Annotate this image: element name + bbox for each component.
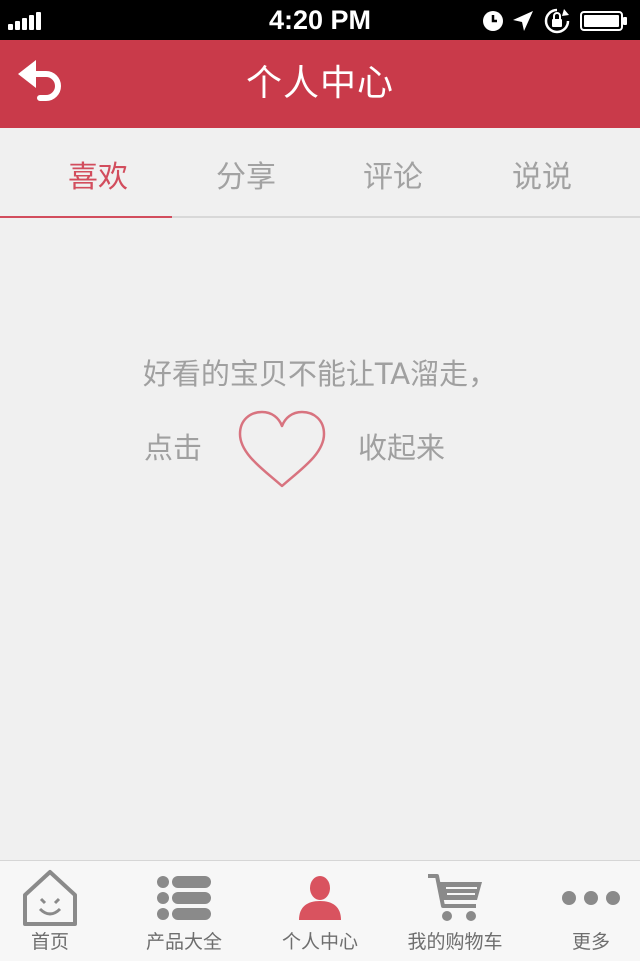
- app-header: 个人中心: [0, 40, 640, 128]
- battery-icon: [580, 11, 627, 31]
- status-icons: [474, 6, 634, 34]
- empty-state-prefix: 点击: [144, 431, 203, 465]
- clock-icon: [483, 11, 503, 31]
- tab-posts[interactable]: 说说: [462, 128, 622, 216]
- status-bar: 4:20 PM: [0, 0, 640, 40]
- cart-icon: [428, 874, 482, 921]
- nav-item-products[interactable]: 产品大全: [120, 861, 248, 961]
- tab-active-indicator: [0, 216, 172, 218]
- empty-state-suffix: 收起来: [358, 431, 446, 465]
- tab-comments[interactable]: 评论: [313, 128, 473, 216]
- nav-label-more: 更多: [571, 931, 610, 953]
- bottom-nav: 首页 产品大全 个人中心 我的购物车 更多: [0, 860, 640, 961]
- empty-state-hint: 点击 收起来: [0, 408, 640, 492]
- empty-state-message: 好看的宝贝不能让TA溜走，: [142, 357, 498, 391]
- tab-bar: 喜欢 分享 评论 说说: [0, 128, 640, 218]
- nav-item-profile[interactable]: 个人中心: [256, 861, 384, 961]
- nav-label-profile: 个人中心: [281, 931, 358, 953]
- rotation-lock-icon: [544, 8, 570, 34]
- page-title: 个人中心: [245, 63, 394, 104]
- home-face-icon: [23, 870, 77, 926]
- heart-outline-icon: [238, 410, 326, 488]
- nav-item-home[interactable]: 首页: [0, 861, 114, 961]
- location-arrow-icon: [513, 11, 533, 31]
- list-icon: [157, 876, 211, 920]
- tab-shares[interactable]: 分享: [166, 128, 326, 216]
- favorite-heart-button[interactable]: [234, 408, 330, 492]
- nav-label-cart: 我的购物车: [407, 931, 503, 953]
- tab-likes[interactable]: 喜欢: [18, 128, 178, 216]
- nav-label-products: 产品大全: [145, 931, 222, 953]
- nav-item-more[interactable]: 更多: [527, 861, 640, 961]
- nav-item-cart[interactable]: 我的购物车: [391, 861, 519, 961]
- more-dots-icon: [562, 891, 620, 905]
- nav-label-home: 首页: [30, 931, 69, 953]
- user-icon: [299, 876, 341, 920]
